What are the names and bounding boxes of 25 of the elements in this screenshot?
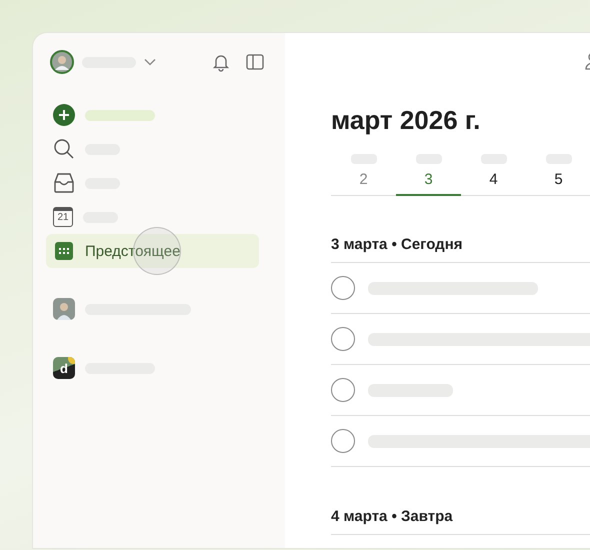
sidebar-toggle-icon[interactable] [245, 52, 265, 72]
month-title: март 2026 г. [331, 105, 482, 135]
nav-item[interactable]: 21 [46, 200, 259, 234]
section-title: 3 марта • Сегодня [331, 236, 590, 263]
inbox-icon [53, 172, 75, 194]
project-avatar[interactable] [53, 298, 75, 320]
add-icon [53, 104, 75, 126]
task-checkbox[interactable] [331, 327, 355, 351]
task-checkbox[interactable] [331, 378, 355, 402]
day-tab[interactable]: 4 [461, 154, 526, 196]
avatar[interactable] [50, 50, 74, 74]
chevron-down-icon[interactable] [144, 58, 156, 66]
nav-item[interactable]: Предстоящее [46, 234, 259, 268]
day-tab[interactable]: 3 [396, 154, 461, 196]
day-tab[interactable]: 2 [331, 154, 396, 196]
section-title: 4 марта • Завтра [331, 508, 590, 535]
task-checkbox[interactable] [331, 429, 355, 453]
calendar-grid-icon [53, 241, 75, 261]
search-icon [53, 138, 75, 160]
task-checkbox[interactable] [331, 276, 355, 300]
text-skeleton [85, 110, 155, 120]
project-logo[interactable]: d [53, 357, 75, 379]
nav-label: Предстоящее [85, 242, 180, 260]
day-tab[interactable]: 5 [526, 154, 590, 196]
calendar-icon: 21 [53, 207, 73, 227]
